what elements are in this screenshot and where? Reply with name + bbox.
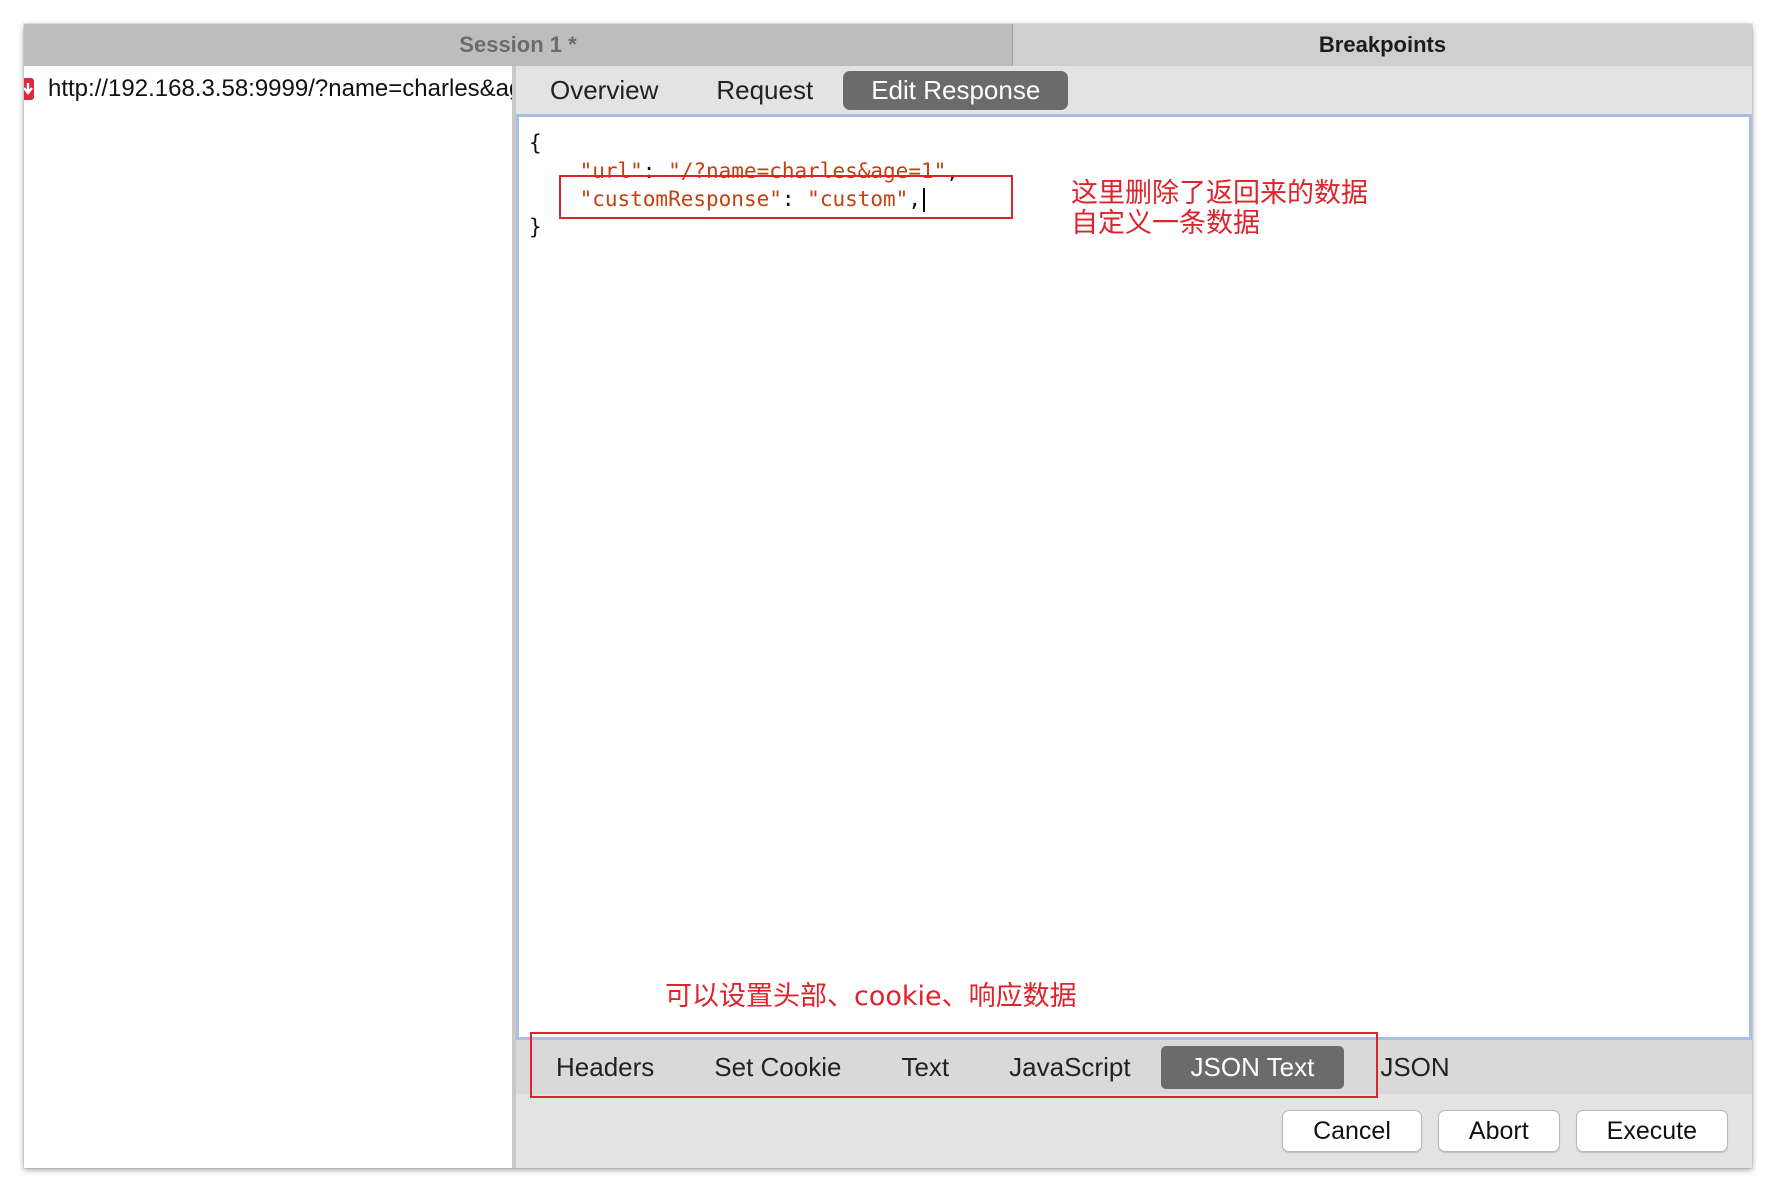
charles-window: Session 1 * Breakpoints http://192.168.3… [24, 24, 1752, 1168]
tab-overview[interactable]: Overview [550, 75, 658, 106]
tab-breakpoints[interactable]: Breakpoints [1013, 24, 1752, 66]
json-text-editor[interactable]: { "url": "/?name=charles&age=1", "custom… [516, 114, 1752, 1040]
annotation-highlight-box [530, 1032, 1378, 1098]
annotation-note-format-tabs: 可以设置头部、cookie、响应数据 [665, 983, 1077, 1011]
action-buttons: Cancel Abort Execute [1282, 1110, 1728, 1152]
breakpoint-icon [24, 78, 34, 100]
request-list-item[interactable]: http://192.168.3.58:9999/?name=charles&a… [24, 72, 512, 106]
open-brace: { [529, 131, 542, 155]
execute-button[interactable]: Execute [1576, 1110, 1728, 1152]
tab-session[interactable]: Session 1 * [24, 24, 1013, 66]
tab-request[interactable]: Request [716, 75, 813, 106]
top-tab-bar: Session 1 * Breakpoints [24, 24, 1752, 66]
tab-json[interactable]: JSON [1380, 1052, 1449, 1083]
abort-button[interactable]: Abort [1438, 1110, 1560, 1152]
annotation-note-line: 这里删除了返回来的数据 [1071, 179, 1368, 209]
annotation-note-line: 自定义一条数据 [1071, 209, 1368, 239]
request-list-pane: http://192.168.3.58:9999/?name=charles&a… [24, 66, 516, 1168]
sub-tab-bar: Overview Request Edit Response [516, 66, 1752, 114]
breakpoint-editor-pane: Overview Request Edit Response { "url": … [516, 66, 1752, 1168]
request-url: http://192.168.3.58:9999/?name=charles&a… [48, 75, 512, 103]
cancel-button[interactable]: Cancel [1282, 1110, 1422, 1152]
close-brace: } [529, 215, 542, 239]
annotation-note-edited-data: 这里删除了返回来的数据 自定义一条数据 [1071, 179, 1368, 239]
tab-edit-response[interactable]: Edit Response [843, 71, 1068, 110]
annotation-highlight-box [559, 175, 1013, 219]
